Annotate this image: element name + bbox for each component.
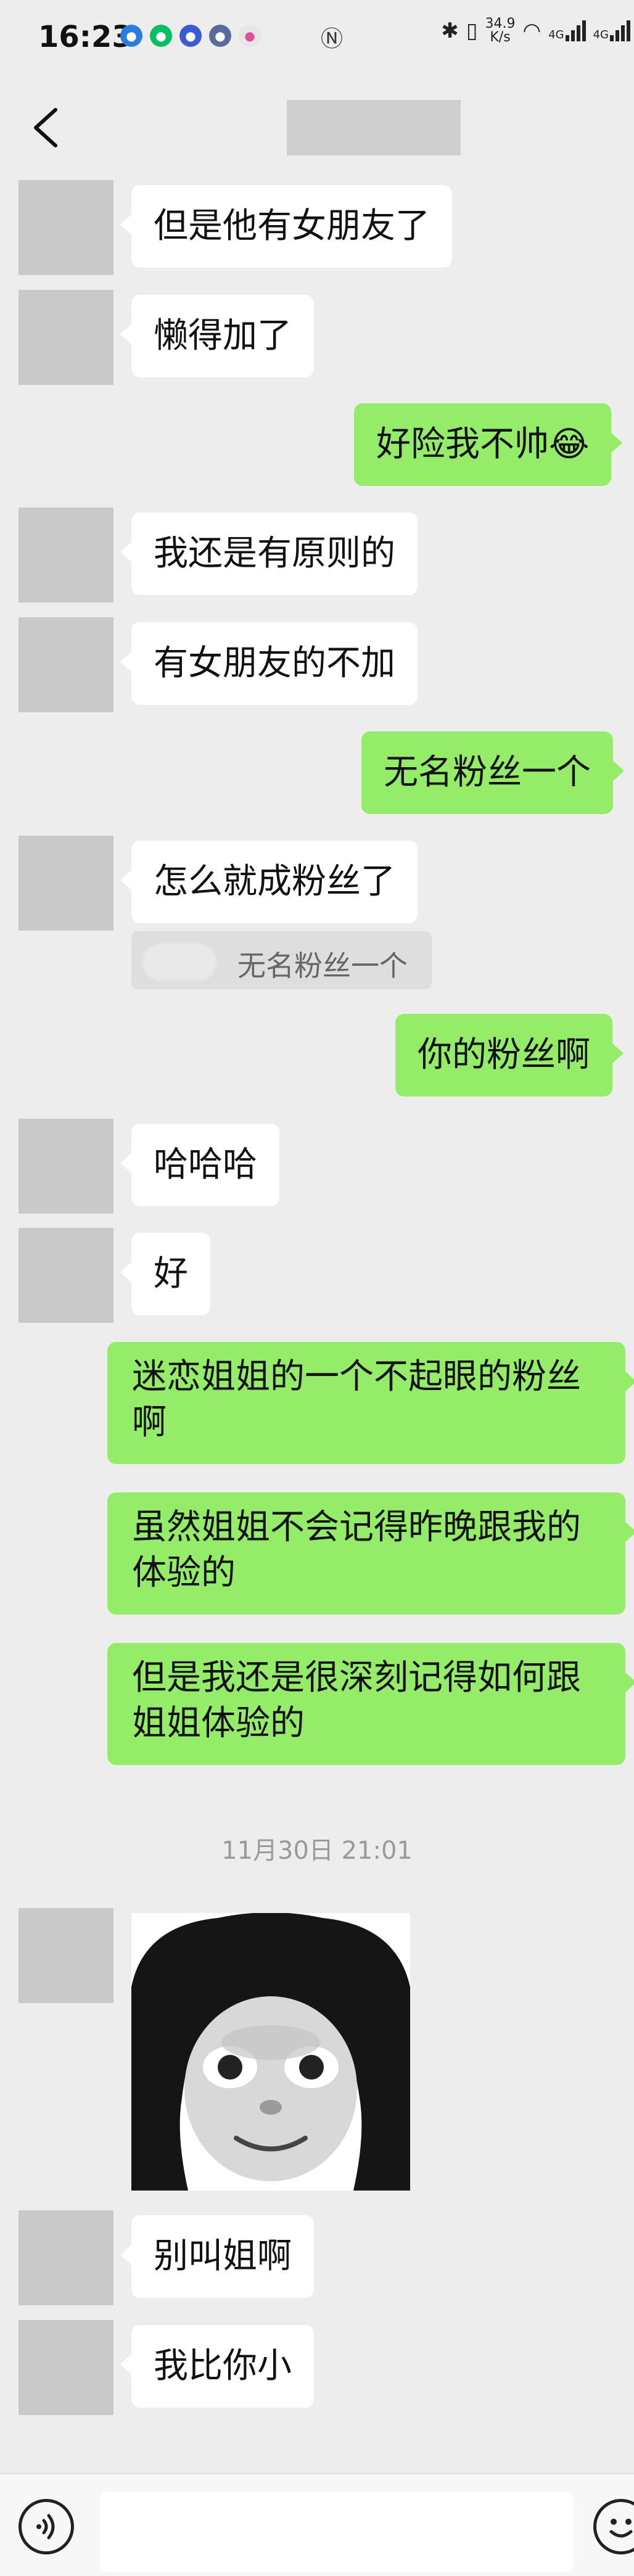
signal-1: 4G bbox=[548, 20, 586, 41]
contact-avatar[interactable] bbox=[19, 1908, 113, 2003]
quoted-message[interactable]: 无名粉丝一个 bbox=[131, 931, 432, 989]
message-bubble-self[interactable]: 无名粉丝一个 bbox=[361, 731, 624, 814]
vibrate-icon: ▯ bbox=[466, 19, 478, 43]
status-time: 16:23 bbox=[38, 20, 133, 54]
message-bubble[interactable]: 我还是有原则的 bbox=[120, 512, 418, 595]
message-bubble[interactable]: 别叫姐啊 bbox=[120, 2215, 314, 2298]
contact-avatar[interactable] bbox=[19, 290, 113, 385]
contact-avatar[interactable] bbox=[19, 508, 113, 603]
voice-icon[interactable] bbox=[19, 2499, 74, 2554]
contact-avatar[interactable] bbox=[19, 2320, 113, 2415]
message-bubble-self[interactable]: 好险我不帅😂 bbox=[354, 403, 623, 486]
network-speed: 34.9 K/s bbox=[485, 16, 516, 45]
app-notification-icon: ● bbox=[120, 25, 142, 47]
app-notification-icon: ● bbox=[239, 25, 261, 47]
contact-name-redacted bbox=[287, 100, 461, 155]
contact-avatar[interactable] bbox=[19, 1119, 113, 1214]
chat-header bbox=[0, 74, 634, 179]
message-bubble[interactable]: 懒得加了 bbox=[120, 295, 314, 377]
message-bubble[interactable]: 有女朋友的不加 bbox=[120, 622, 418, 705]
message-bubble-self[interactable]: 虽然姐姐不会记得昨晚跟我的体验的 bbox=[107, 1492, 634, 1615]
input-bar bbox=[0, 2473, 634, 2576]
notification-icons: ● ● ● ● ● bbox=[120, 25, 261, 47]
back-arrow-icon[interactable] bbox=[30, 106, 64, 149]
quoted-avatar-redacted bbox=[142, 944, 216, 981]
chat-timestamp: 11月30日 21:01 bbox=[221, 1837, 413, 1865]
wifi-icon: ◠ bbox=[522, 19, 541, 43]
message-bubble[interactable]: 我比你小 bbox=[120, 2325, 314, 2408]
contact-avatar[interactable] bbox=[19, 1228, 113, 1323]
app-notification-icon: ● bbox=[179, 25, 202, 47]
message-input[interactable] bbox=[100, 2492, 574, 2572]
voice-wave-icon bbox=[36, 2514, 55, 2540]
message-bubble[interactable]: 哈哈哈 bbox=[120, 1124, 279, 1206]
message-bubble-self[interactable]: 但是我还是很深刻记得如何跟姐姐体验的 bbox=[107, 1643, 634, 1765]
sticker-face-image bbox=[131, 1913, 410, 2191]
wechat-notification-icon: ● bbox=[150, 25, 172, 47]
bluetooth-icon: ✱ bbox=[441, 19, 459, 43]
status-right: ✱ ▯ 34.9 K/s ◠ 4G 4G bbox=[441, 17, 630, 44]
contact-avatar[interactable] bbox=[19, 617, 113, 712]
status-bar: 16:23 ● ● ● ● ● Ⓝ ✱ ▯ 34.9 K/s ◠ 4G 4G bbox=[0, 0, 634, 74]
message-bubble[interactable]: 好 bbox=[120, 1233, 210, 1315]
contact-avatar[interactable] bbox=[19, 2210, 113, 2305]
message-bubble-self[interactable]: 你的粉丝啊 bbox=[395, 1014, 624, 1097]
contact-avatar[interactable] bbox=[19, 836, 113, 931]
message-bubble-self[interactable]: 迷恋姐姐的一个不起眼的粉丝啊 bbox=[107, 1342, 634, 1464]
signal-2: 4G bbox=[593, 20, 630, 41]
nfc-icon: Ⓝ bbox=[321, 27, 344, 52]
app-notification-icon: ● bbox=[209, 25, 231, 47]
sticker-image[interactable] bbox=[131, 1913, 410, 2191]
smiley-icon bbox=[609, 2519, 633, 2538]
message-bubble[interactable]: 怎么就成粉丝了 bbox=[120, 841, 418, 923]
emoji-icon[interactable] bbox=[593, 2499, 634, 2554]
contact-avatar[interactable] bbox=[19, 180, 113, 275]
message-bubble[interactable]: 但是他有女朋友了 bbox=[120, 185, 452, 268]
quoted-text: 无名粉丝一个 bbox=[237, 949, 408, 982]
